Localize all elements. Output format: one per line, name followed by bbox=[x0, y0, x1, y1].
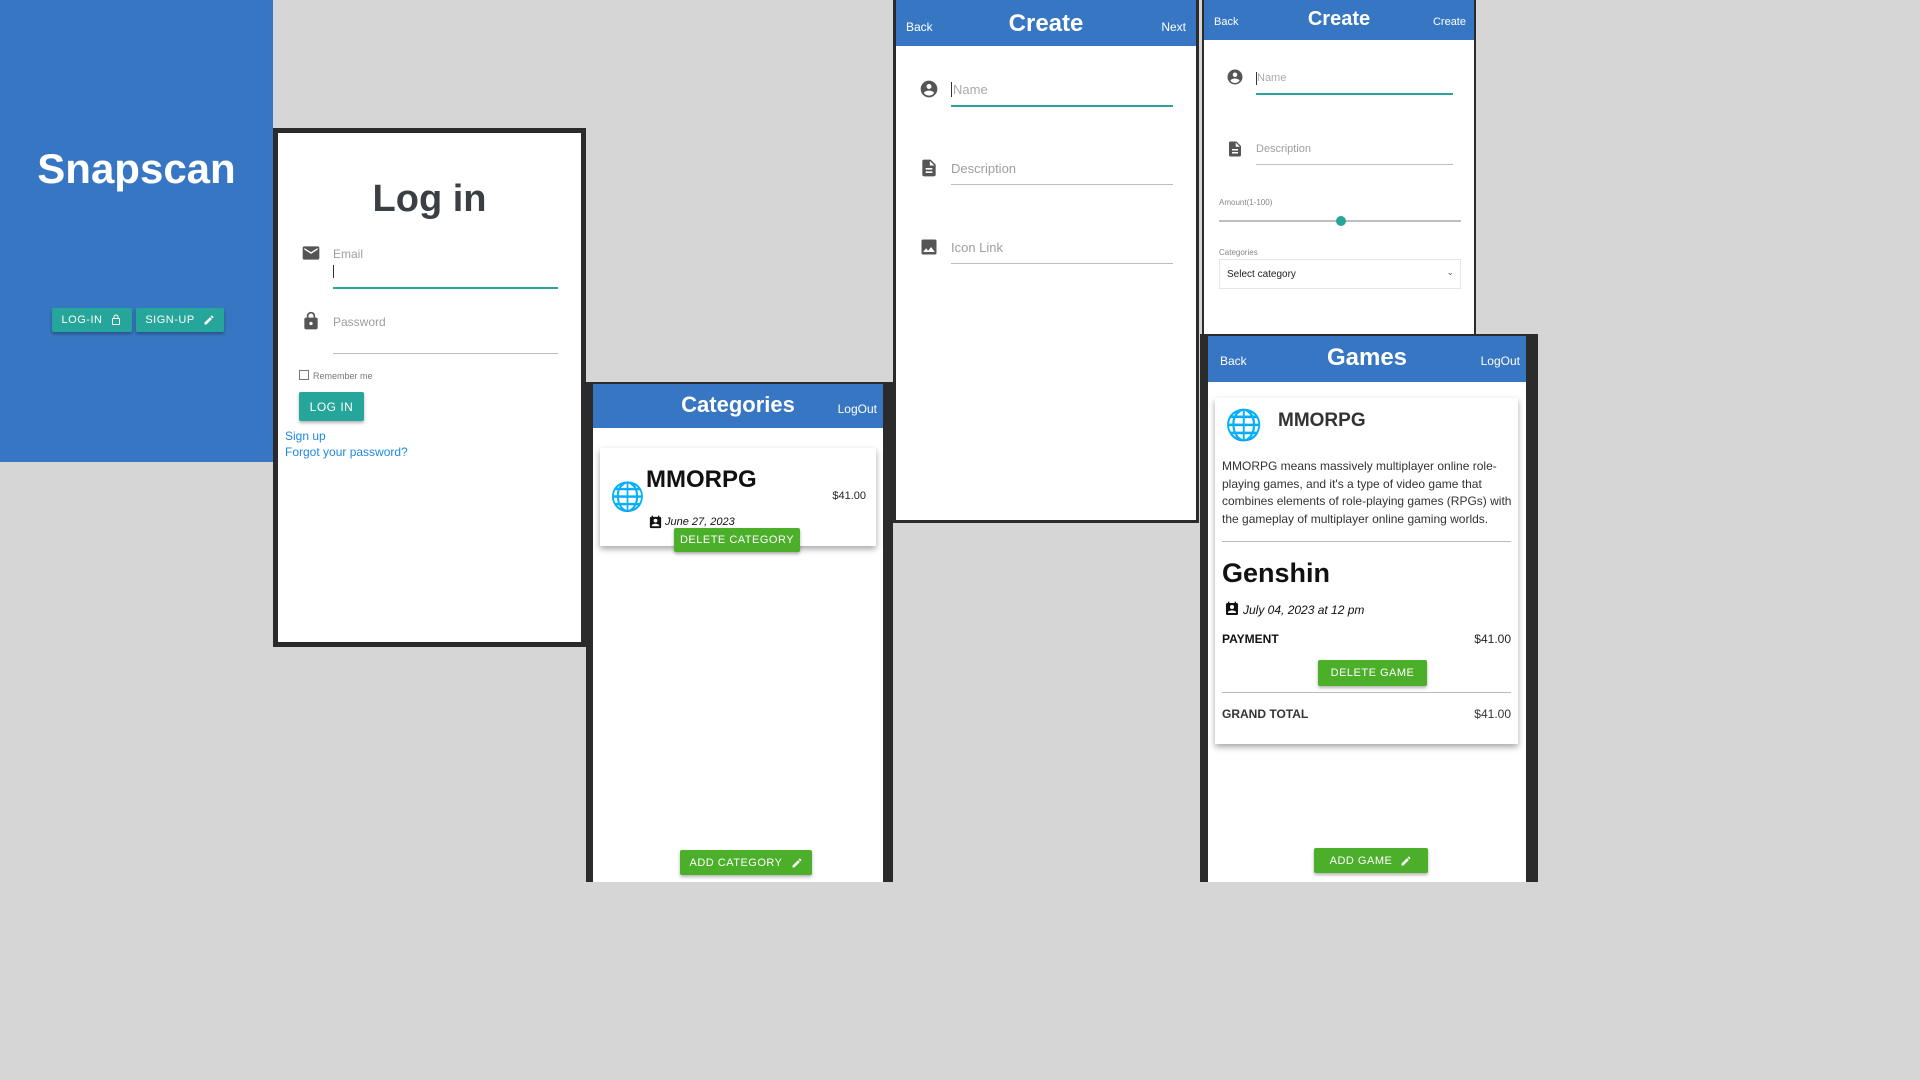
chevron-down-icon: ⌄ bbox=[1446, 267, 1454, 277]
delete-game-label: DELETE GAME bbox=[1330, 667, 1415, 679]
login-submit-button[interactable]: LOG IN bbox=[299, 392, 364, 421]
login-submit-label: LOG IN bbox=[309, 399, 354, 414]
globe-icon: 🌐 bbox=[610, 481, 645, 512]
add-category-button[interactable]: ADD CATEGORY bbox=[680, 850, 812, 875]
add-game-label: ADD GAME bbox=[1329, 854, 1393, 867]
game-card: 🌐 MMORPG MMORPG means massively multipla… bbox=[1215, 398, 1518, 744]
text-cursor bbox=[333, 265, 334, 278]
delete-category-label: DELETE CATEGORY bbox=[679, 534, 795, 546]
email-underline bbox=[333, 287, 558, 289]
name-underline bbox=[951, 105, 1173, 107]
pencil-icon bbox=[792, 857, 801, 867]
game-name-underline bbox=[1256, 93, 1453, 95]
categories-panel: Categories LogOut 🌐 MMORPG $41.00 June 2… bbox=[586, 382, 893, 882]
globe-icon: 🌐 bbox=[1225, 409, 1263, 442]
landing-login-button[interactable]: LOG-IN bbox=[52, 308, 132, 332]
login-heading: Log in bbox=[372, 178, 487, 220]
category-price: $41.00 bbox=[832, 490, 866, 502]
amount-slider[interactable] bbox=[1219, 214, 1461, 228]
icon-link-underline bbox=[951, 263, 1173, 264]
landing-signup-button[interactable]: SIGN-UP bbox=[136, 308, 224, 332]
next-link[interactable]: Next bbox=[1161, 20, 1186, 34]
password-underline bbox=[333, 353, 558, 354]
remember-checkbox[interactable] bbox=[299, 370, 309, 380]
game-category-description: MMORPG means massively multiplayer onlin… bbox=[1222, 459, 1512, 526]
name-cursor bbox=[951, 82, 952, 97]
divider bbox=[1222, 692, 1511, 693]
category-date: June 27, 2023 bbox=[665, 516, 735, 528]
pencil-icon bbox=[1401, 855, 1411, 865]
account-circle-icon bbox=[1226, 68, 1244, 91]
logout-link[interactable]: LogOut bbox=[838, 402, 877, 416]
add-category-label: ADD CATEGORY bbox=[689, 856, 783, 869]
remember-label: Remember me bbox=[313, 371, 373, 381]
calendar-icon bbox=[648, 515, 663, 535]
create-game-header: Back Create Create bbox=[1204, 0, 1474, 40]
email-label: Email bbox=[333, 247, 364, 261]
divider bbox=[1222, 541, 1511, 542]
create-category-panel: Back Create Next Name Description Icon L… bbox=[893, 0, 1199, 523]
payment-label: PAYMENT bbox=[1222, 632, 1279, 646]
category-card[interactable]: 🌐 MMORPG $41.00 June 27, 2023 DELETE CAT… bbox=[600, 448, 876, 552]
email-field[interactable] bbox=[333, 261, 558, 289]
select-value: Select category bbox=[1227, 269, 1296, 280]
account-circle-icon bbox=[919, 79, 939, 104]
categories-header: Categories LogOut bbox=[593, 384, 883, 428]
game-title: Genshin bbox=[1222, 558, 1331, 588]
add-game-button[interactable]: ADD GAME bbox=[1314, 848, 1428, 873]
games-header: Back Games LogOut bbox=[1208, 336, 1526, 382]
pencil-icon bbox=[204, 315, 214, 325]
game-name-input[interactable]: Name bbox=[1257, 72, 1286, 84]
login-panel: Log in Email Password Remember me LOG IN… bbox=[273, 128, 586, 647]
delete-game-button[interactable]: DELETE GAME bbox=[1318, 660, 1427, 686]
forgot-password-link[interactable]: Forgot your password? bbox=[285, 445, 408, 459]
game-date: July 04, 2023 at 12 pm bbox=[1243, 603, 1365, 617]
create-category-title: Create bbox=[1008, 10, 1084, 37]
payment-value: $41.00 bbox=[1474, 632, 1511, 646]
games-title: Games bbox=[1326, 344, 1408, 371]
signup-button-label: SIGN-UP bbox=[145, 314, 195, 326]
grand-total-label: GRAND TOTAL bbox=[1222, 707, 1309, 721]
create-game-panel: Back Create Create Name Description Amou… bbox=[1202, 0, 1476, 336]
slider-thumb[interactable] bbox=[1336, 216, 1346, 226]
password-field[interactable]: Password bbox=[333, 315, 386, 329]
category-select[interactable]: Select category ⌄ bbox=[1219, 259, 1461, 289]
grand-total-value: $41.00 bbox=[1474, 707, 1511, 721]
description-input[interactable]: Description bbox=[951, 161, 1016, 176]
image-icon bbox=[919, 237, 939, 262]
logout-link[interactable]: LogOut bbox=[1481, 354, 1520, 368]
amount-label: Amount(1-100) bbox=[1219, 198, 1273, 207]
create-category-header: Back Create Next bbox=[896, 0, 1196, 46]
login-button-label: LOG-IN bbox=[61, 314, 103, 326]
lock-icon bbox=[112, 314, 121, 325]
description-underline bbox=[951, 184, 1173, 185]
games-panel: Back Games LogOut 🌐 MMORPG MMORPG means … bbox=[1200, 334, 1538, 882]
delete-category-button[interactable]: DELETE CATEGORY bbox=[674, 528, 800, 552]
lock-icon bbox=[301, 311, 321, 336]
game-description-underline bbox=[1256, 164, 1453, 165]
game-description-input[interactable]: Description bbox=[1256, 143, 1311, 155]
mail-icon bbox=[301, 243, 321, 268]
calendar-icon bbox=[1224, 601, 1240, 622]
categories-label: Categories bbox=[1219, 248, 1258, 257]
game-category-title: MMORPG bbox=[1278, 410, 1366, 431]
app-title: Snapscan bbox=[37, 145, 236, 192]
name-input[interactable]: Name bbox=[953, 82, 988, 97]
category-title: MMORPG bbox=[646, 466, 757, 493]
create-link[interactable]: Create bbox=[1433, 16, 1466, 28]
landing-panel: Snapscan LOG-IN SIGN-UP bbox=[0, 0, 273, 462]
icon-link-input[interactable]: Icon Link bbox=[951, 240, 1003, 255]
description-icon bbox=[1226, 140, 1244, 163]
description-icon bbox=[919, 158, 939, 183]
signup-link[interactable]: Sign up bbox=[285, 429, 326, 443]
